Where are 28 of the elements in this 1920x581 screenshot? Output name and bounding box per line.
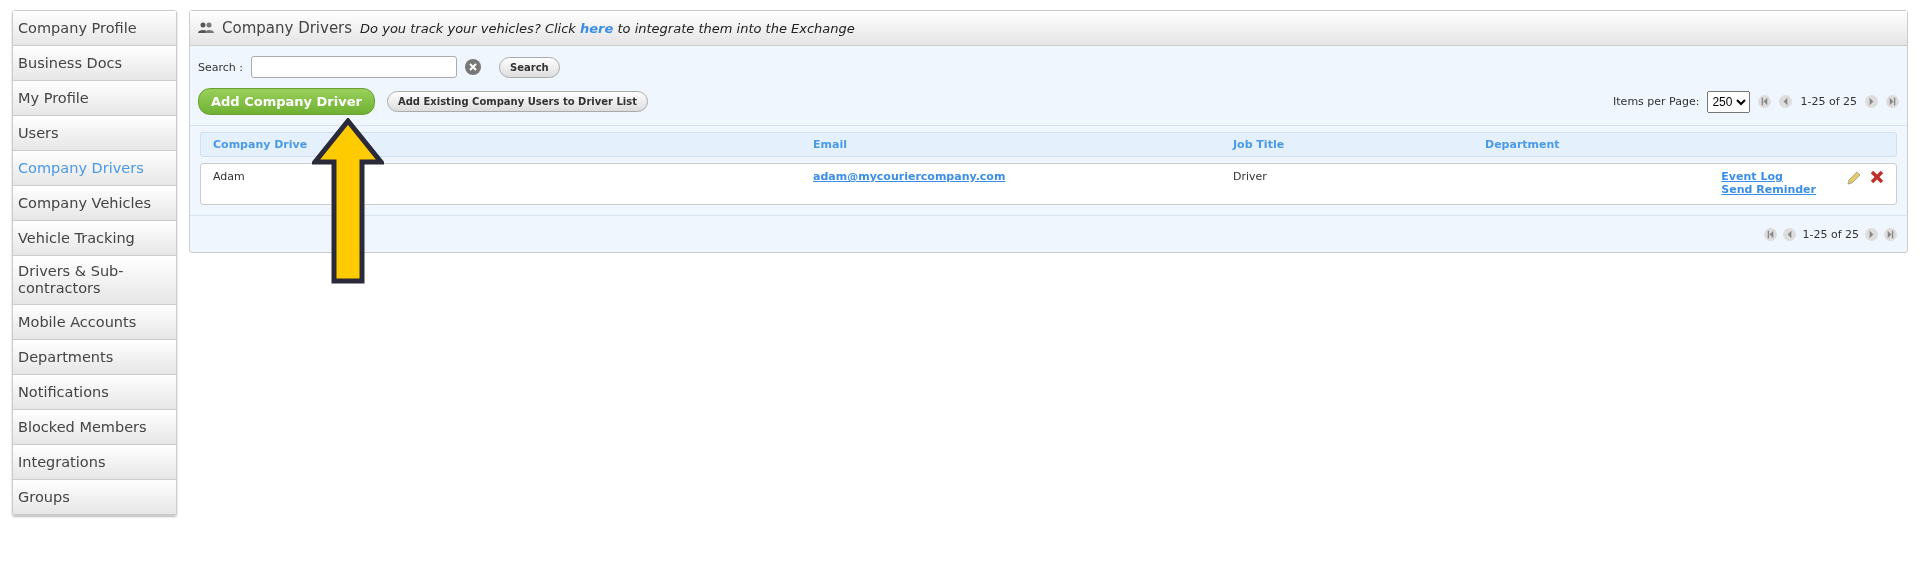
add-existing-button[interactable]: Add Existing Company Users to Driver List [386,91,648,112]
sidebar-item[interactable]: My Profile [13,81,176,116]
page-range: 1-25 of 25 [1800,95,1857,108]
notice-text: Do you track your vehicles? Click here to integrate them into the Exchange [360,20,855,36]
sidebar-item[interactable]: Company Vehicles [13,186,176,221]
panel-title: Company Drivers [222,19,353,37]
table-cell-text: Driver [1233,170,1268,183]
column-header: Email [813,138,848,151]
column-header: Department [1485,138,1561,151]
sidebar-item[interactable]: Users [13,116,176,151]
page-range: 1-25 of 25 [1802,227,1859,241]
search-button[interactable]: Search [499,56,560,78]
column-header: Company Drive [213,138,309,151]
sidebar-item[interactable]: Vehicle Tracking [13,221,176,256]
items-per-page-select[interactable]: 250 [1707,90,1751,113]
table-cell-text: Adam [213,170,246,183]
sidebar-item[interactable]: Company Profile [13,11,176,46]
search-label: Search : [198,60,243,74]
column-header: Job Title [1233,138,1286,151]
items-per-page-label: Items per Page: [1613,95,1700,108]
sidebar-item[interactable]: Integrations [13,445,176,480]
sidebar-item[interactable]: Departments [13,340,176,375]
sidebar-item[interactable]: Drivers & Sub-contractors [13,256,176,305]
sidebar-item[interactable]: Business Docs [13,46,176,81]
sidebar-item[interactable]: Blocked Members [13,410,176,445]
sidebar-item[interactable]: Mobile Accounts [13,305,176,340]
sidebar-item[interactable]: Groups [13,480,176,515]
sidebar-item[interactable]: Notifications [13,375,176,410]
